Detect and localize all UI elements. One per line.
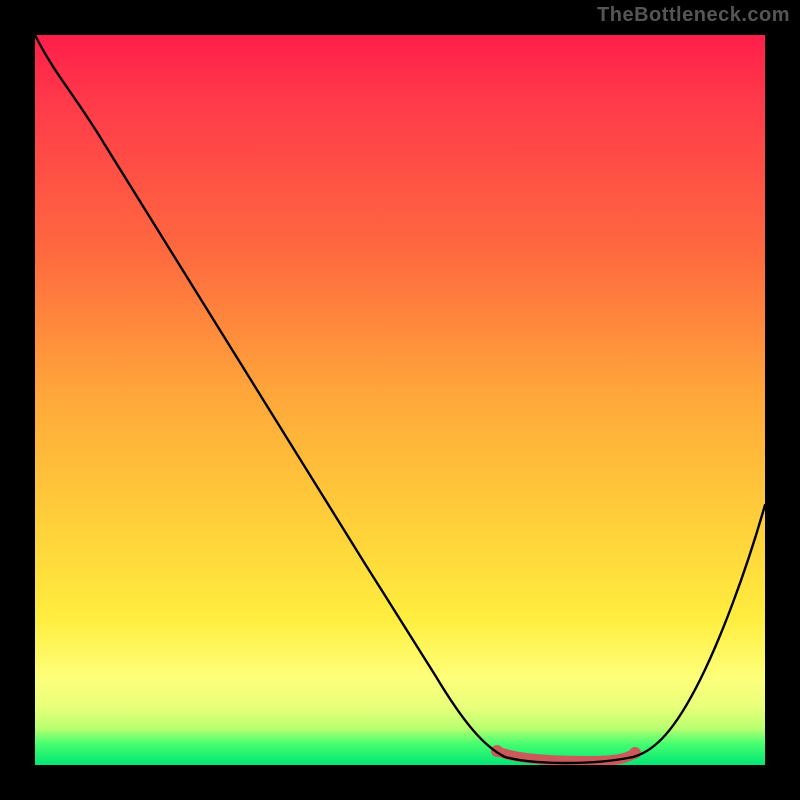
plot-area bbox=[35, 35, 765, 765]
curve-svg bbox=[35, 35, 765, 765]
watermark-text: TheBottleneck.com bbox=[597, 4, 790, 27]
bottleneck-curve-line bbox=[35, 35, 765, 763]
chart-frame: TheBottleneck.com bbox=[0, 0, 800, 800]
